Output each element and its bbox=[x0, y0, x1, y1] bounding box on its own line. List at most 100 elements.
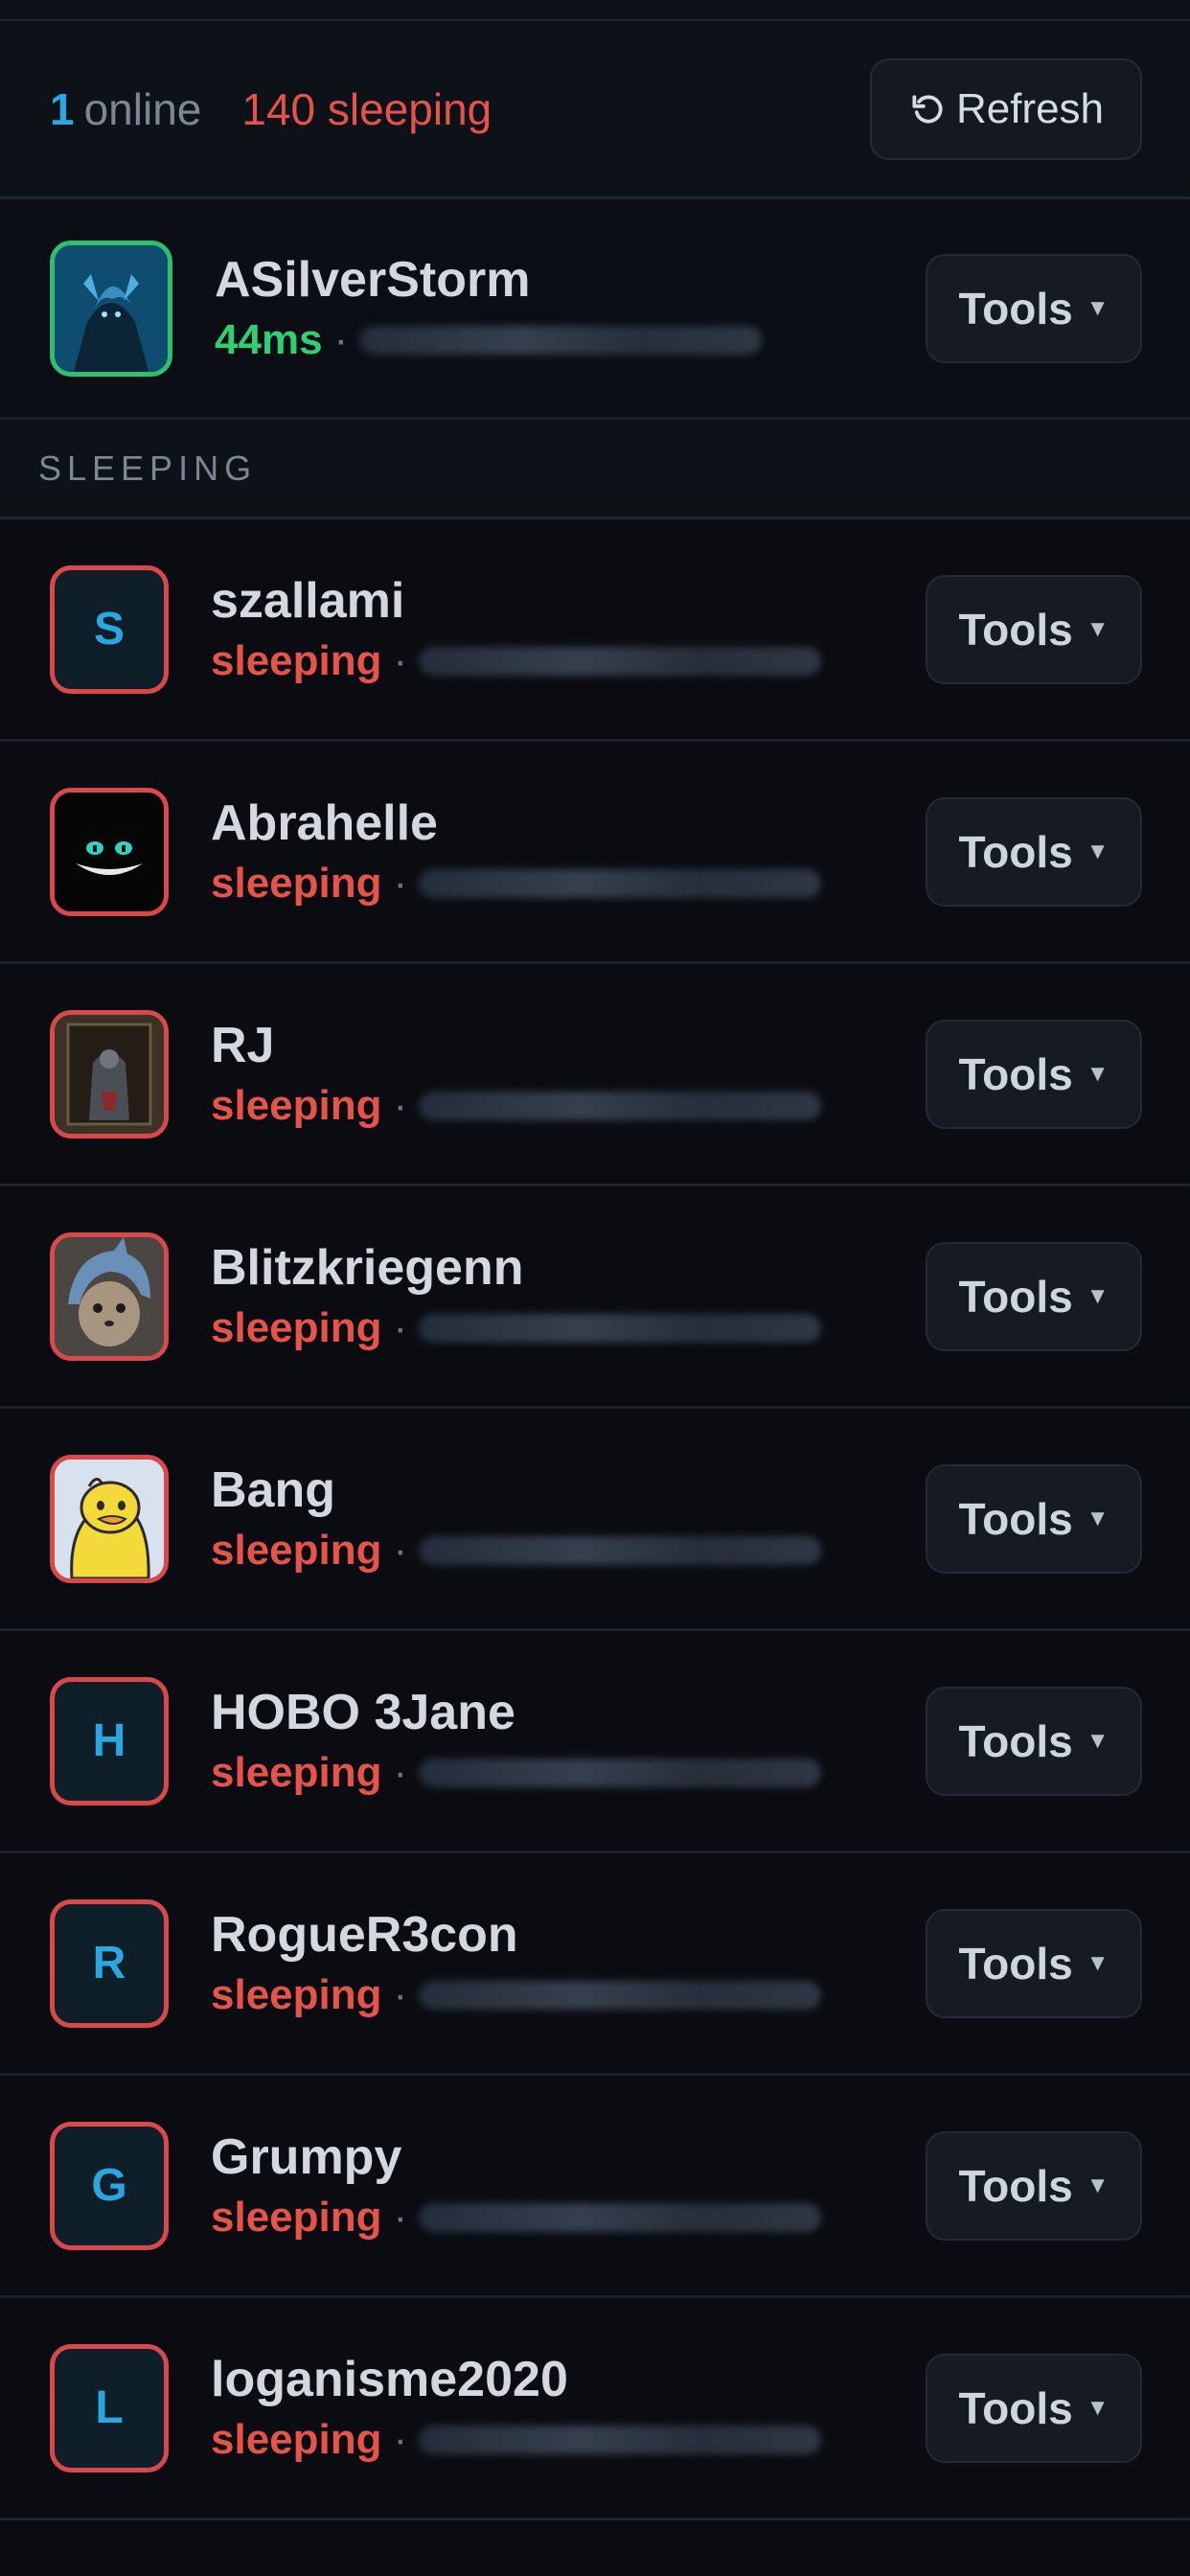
player-row: Abrahelle sleeping · Tools ▼ bbox=[0, 742, 1190, 964]
player-counts: 1 online 140 sleeping bbox=[50, 83, 492, 135]
player-row: Blitzkriegenn sleeping · Tools ▼ bbox=[0, 1186, 1190, 1409]
player-status-line: 44ms · bbox=[215, 316, 926, 364]
tools-label: Tools bbox=[958, 604, 1073, 655]
player-name: RJ bbox=[211, 1017, 275, 1073]
separator-dot: · bbox=[393, 860, 408, 908]
avatar: S bbox=[50, 564, 169, 694]
refresh-label: Refresh bbox=[955, 84, 1105, 132]
player-row: H HOBO 3Jane sleeping · Tools ▼ bbox=[0, 1631, 1190, 1853]
player-status-line: sleeping · bbox=[211, 1304, 926, 1352]
chevron-down-icon: ▼ bbox=[1086, 615, 1110, 642]
dark-knight-avatar-image bbox=[55, 244, 168, 372]
separator-dot: · bbox=[393, 2416, 408, 2464]
player-info: Abrahelle sleeping · bbox=[211, 795, 926, 908]
player-name: szallami bbox=[211, 572, 405, 629]
player-name: ASilverStorm bbox=[215, 251, 531, 308]
sleeping-status: sleeping bbox=[211, 2194, 382, 2242]
separator-dot: · bbox=[393, 1527, 408, 1575]
top-strip bbox=[0, 0, 1190, 21]
avatar-initial: L bbox=[95, 2382, 124, 2433]
chevron-down-icon: ▼ bbox=[1086, 2172, 1110, 2198]
player-row: L loganisme2020 sleeping · Tools ▼ bbox=[0, 2298, 1190, 2520]
players-page: 1 online 140 sleeping Refresh ASilverSto… bbox=[0, 0, 1190, 2576]
shark-hood-cat-avatar-image bbox=[55, 1236, 164, 1356]
player-status-line: sleeping · bbox=[211, 1971, 926, 2019]
player-name: Abrahelle bbox=[211, 794, 438, 851]
player-name: Bang bbox=[211, 1461, 335, 1518]
tools-label: Tools bbox=[958, 1271, 1073, 1322]
tools-button[interactable]: Tools ▼ bbox=[926, 796, 1142, 907]
tools-button[interactable]: Tools ▼ bbox=[926, 1241, 1142, 1351]
player-info: RogueR3con sleeping · bbox=[211, 1907, 926, 2020]
separator-dot: · bbox=[333, 316, 349, 364]
player-status-line: sleeping · bbox=[211, 2416, 926, 2464]
tools-button[interactable]: Tools ▼ bbox=[926, 1908, 1142, 2018]
tools-button[interactable]: Tools ▼ bbox=[926, 2130, 1142, 2241]
player-status-line: sleeping · bbox=[211, 1082, 926, 1130]
sleeping-status: sleeping bbox=[211, 1527, 382, 1575]
separator-dot: · bbox=[393, 637, 408, 685]
redacted-address bbox=[419, 2203, 822, 2233]
avatar-initial: H bbox=[92, 1715, 126, 1766]
tools-button[interactable]: Tools ▼ bbox=[926, 1019, 1142, 1129]
player-status-line: sleeping · bbox=[211, 1749, 926, 1797]
tools-button[interactable]: Tools ▼ bbox=[926, 2353, 1142, 2463]
separator-dot: · bbox=[393, 1082, 408, 1130]
chevron-down-icon: ▼ bbox=[1086, 1727, 1110, 1754]
chevron-down-icon: ▼ bbox=[1086, 1949, 1110, 1976]
avatar bbox=[50, 1009, 169, 1138]
chevron-down-icon: ▼ bbox=[1086, 838, 1110, 864]
redacted-address bbox=[419, 869, 822, 899]
tools-button[interactable]: Tools ▼ bbox=[926, 1686, 1142, 1796]
redacted-address bbox=[419, 1981, 822, 2011]
throne-avatar-image bbox=[55, 1014, 164, 1134]
online-count: 1 bbox=[50, 83, 75, 134]
sleeping-status: sleeping bbox=[211, 1749, 382, 1797]
chevron-down-icon: ▼ bbox=[1086, 1060, 1110, 1087]
player-status-line: sleeping · bbox=[211, 2194, 926, 2242]
avatar bbox=[50, 787, 169, 916]
tools-button[interactable]: Tools ▼ bbox=[926, 574, 1142, 684]
separator-dot: · bbox=[393, 1971, 408, 2019]
ping-value: 44ms bbox=[215, 316, 323, 364]
chevron-down-icon: ▼ bbox=[1086, 2394, 1110, 2421]
separator-dot: · bbox=[393, 2194, 408, 2242]
redacted-address bbox=[419, 1536, 822, 1566]
sleeping-section-header: SLEEPING bbox=[0, 420, 1190, 519]
player-info: Blitzkriegenn sleeping · bbox=[211, 1240, 926, 1353]
redacted-address bbox=[419, 1759, 822, 1788]
player-row: Bang sleeping · Tools ▼ bbox=[0, 1409, 1190, 1631]
player-row-online: ASilverStorm 44ms · Tools ▼ bbox=[0, 199, 1190, 420]
sleeping-count: 140 sleeping bbox=[241, 83, 492, 134]
player-name: RogueR3con bbox=[211, 1906, 518, 1963]
redacted-address bbox=[419, 647, 822, 677]
avatar bbox=[50, 1454, 169, 1583]
sleeping-status: sleeping bbox=[211, 1082, 382, 1130]
summary-bar: 1 online 140 sleeping Refresh bbox=[0, 21, 1190, 199]
refresh-button[interactable]: Refresh bbox=[870, 58, 1142, 160]
player-name: Blitzkriegenn bbox=[211, 1239, 524, 1296]
player-row: G Grumpy sleeping · Tools ▼ bbox=[0, 2076, 1190, 2298]
player-name: Grumpy bbox=[211, 2128, 402, 2185]
tools-label: Tools bbox=[958, 1938, 1073, 1989]
tools-button[interactable]: Tools ▼ bbox=[926, 1463, 1142, 1574]
tools-label: Tools bbox=[958, 1048, 1073, 1099]
player-status-line: sleeping · bbox=[211, 637, 926, 685]
player-status-line: sleeping · bbox=[211, 1527, 926, 1575]
player-name: HOBO 3Jane bbox=[211, 1684, 515, 1740]
tools-label: Tools bbox=[958, 1493, 1073, 1544]
sleeping-status: sleeping bbox=[211, 637, 382, 685]
avatar-initial: S bbox=[93, 604, 125, 655]
tools-label: Tools bbox=[958, 2160, 1073, 2211]
player-status-line: sleeping · bbox=[211, 860, 926, 908]
sleeping-status: sleeping bbox=[211, 860, 382, 908]
player-info: RJ sleeping · bbox=[211, 1018, 926, 1131]
player-info: ASilverStorm 44ms · bbox=[215, 252, 926, 365]
tools-button[interactable]: Tools ▼ bbox=[926, 253, 1142, 363]
refresh-icon bbox=[912, 94, 943, 124]
avatar: H bbox=[50, 1676, 169, 1806]
player-info: Grumpy sleeping · bbox=[211, 2129, 926, 2242]
tools-label: Tools bbox=[958, 826, 1073, 877]
player-row: R RogueR3con sleeping · Tools ▼ bbox=[0, 1853, 1190, 2076]
tools-label: Tools bbox=[958, 283, 1073, 334]
